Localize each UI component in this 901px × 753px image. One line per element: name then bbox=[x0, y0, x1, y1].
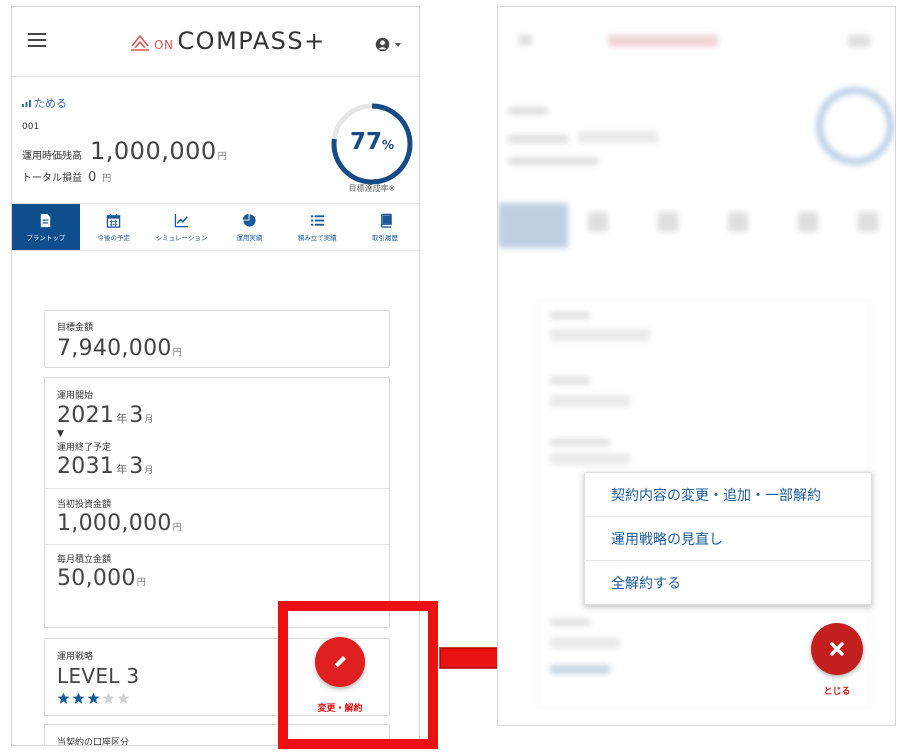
profit-value: 0 bbox=[88, 170, 97, 185]
tab-contributions[interactable]: 積み立て実績 bbox=[283, 204, 351, 250]
start-month-unit: 月 bbox=[144, 415, 154, 425]
menu-item-review-strategy[interactable]: 運用戦略の見直し bbox=[585, 517, 871, 561]
end-label: 運用終了予定 bbox=[57, 443, 112, 453]
compass-logo-icon bbox=[131, 34, 149, 51]
plan-summary: ためる 001 運用時価残高 1,000,000円 トータル損益 0 円 77%… bbox=[12, 77, 419, 201]
end-month-unit: 月 bbox=[144, 466, 154, 476]
goal-name[interactable]: ためる bbox=[22, 95, 67, 111]
app-logo: ON COMPASS+ bbox=[130, 27, 326, 61]
monthly-contribution-label: 毎月積立金額 bbox=[57, 555, 112, 565]
target-amount-unit: 円 bbox=[172, 348, 182, 358]
end-month: 3 bbox=[129, 454, 144, 479]
star-filled-icon bbox=[72, 692, 85, 704]
balance-label: 運用時価残高 bbox=[22, 151, 82, 162]
close-icon bbox=[830, 642, 844, 656]
end-year: 2031 bbox=[57, 454, 115, 479]
tab-transactions[interactable]: 取引履歴 bbox=[351, 204, 419, 250]
bar-icon bbox=[22, 99, 31, 107]
calendar-icon bbox=[106, 213, 121, 228]
contract-action-menu: 契約内容の変更・追加・一部解約 運用戦略の見直し 全解約する bbox=[584, 472, 872, 605]
start-month: 3 bbox=[129, 403, 144, 428]
star-filled-icon bbox=[57, 692, 70, 704]
target-amount-card: 目標金額 7,940,000円 bbox=[44, 310, 390, 368]
user-menu[interactable] bbox=[375, 37, 401, 52]
balance-amount: 1,000,000円 bbox=[90, 137, 227, 165]
period-arrow: ▼ bbox=[57, 429, 64, 439]
app-header: ON COMPASS+ bbox=[12, 7, 419, 77]
start-date: 2021 年3月 bbox=[57, 403, 389, 428]
plan-tabs: プラントップ 今後の予定 シミュレーション 運用実績 積み立て実績 取引履歴 bbox=[12, 203, 419, 251]
book-icon bbox=[380, 213, 392, 228]
star-empty-icon bbox=[102, 692, 115, 704]
chevron-down-icon bbox=[395, 42, 401, 47]
initial-investment-row: 1,000,000円 bbox=[57, 511, 389, 536]
progress-label: 目標達成率※ bbox=[348, 184, 396, 193]
monthly-contribution-row: 50,000円 bbox=[57, 566, 389, 591]
line-chart-icon bbox=[174, 213, 189, 227]
list-icon bbox=[310, 214, 324, 226]
initial-investment-unit: 円 bbox=[172, 523, 182, 533]
tab-simulation[interactable]: シミュレーション bbox=[148, 204, 216, 250]
end-year-unit: 年 bbox=[116, 463, 128, 476]
tab-label: 運用実績 bbox=[236, 233, 263, 242]
start-year: 2021 bbox=[57, 403, 115, 428]
plan-details-card: 運用開始 2021 年3月 ▼ 運用終了予定 2031 年3月 当初投資金額 1,0… bbox=[44, 377, 390, 628]
profit-row: トータル損益 0 円 bbox=[22, 169, 111, 185]
tab-plan-top[interactable]: プラントップ bbox=[12, 204, 80, 250]
logo-on-text: ON bbox=[154, 38, 174, 52]
user-circle-icon bbox=[375, 37, 390, 52]
account-number: 001 bbox=[22, 122, 40, 132]
hamburger-icon[interactable] bbox=[28, 33, 46, 51]
tab-label: プラントップ bbox=[26, 233, 66, 242]
profit-unit: 円 bbox=[102, 174, 112, 184]
monthly-contribution-value: 50,000 bbox=[57, 566, 136, 591]
target-amount-row: 7,940,000円 bbox=[57, 336, 389, 361]
goal-name-text: ためる bbox=[34, 97, 67, 110]
tab-label: 積み立て実績 bbox=[297, 233, 337, 242]
menu-item-cancel-all[interactable]: 全解約する bbox=[585, 561, 871, 605]
initial-investment-value: 1,000,000 bbox=[57, 511, 172, 536]
balance-unit: 円 bbox=[217, 152, 227, 162]
highlight-frame bbox=[278, 601, 438, 749]
document-icon bbox=[41, 213, 51, 227]
end-date: 2031 年3月 bbox=[57, 454, 389, 479]
close-menu-label: とじる bbox=[823, 687, 851, 697]
tab-label: シミュレーション bbox=[155, 233, 208, 242]
start-year-unit: 年 bbox=[116, 412, 128, 425]
star-empty-icon bbox=[117, 692, 130, 704]
target-amount-label: 目標金額 bbox=[57, 323, 94, 333]
menu-item-modify-contract[interactable]: 契約内容の変更・追加・一部解約 bbox=[585, 473, 871, 517]
tab-performance[interactable]: 運用実績 bbox=[215, 204, 283, 250]
start-label: 運用開始 bbox=[57, 391, 94, 401]
star-filled-icon bbox=[87, 692, 100, 704]
tab-label: 取引履歴 bbox=[372, 233, 399, 242]
progress-percent: 77 bbox=[349, 129, 382, 155]
monthly-contribution-unit: 円 bbox=[136, 578, 146, 588]
tab-label: 今後の予定 bbox=[97, 233, 130, 242]
tab-schedule[interactable]: 今後の予定 bbox=[80, 204, 148, 250]
logo-main-text: COMPASS+ bbox=[177, 27, 326, 55]
balance-row: 運用時価残高 1,000,000円 bbox=[22, 137, 227, 165]
close-menu-button[interactable] bbox=[811, 623, 863, 675]
blurred-background bbox=[498, 7, 895, 725]
right-phone-screen bbox=[497, 6, 896, 726]
initial-investment-label: 当初投資金額 bbox=[57, 500, 112, 510]
target-amount-value: 7,940,000 bbox=[57, 336, 172, 361]
pie-chart-icon bbox=[242, 213, 256, 227]
profit-label: トータル損益 bbox=[22, 173, 82, 184]
balance-value: 1,000,000 bbox=[90, 137, 217, 165]
progress-percent-sign: % bbox=[381, 138, 395, 152]
progress-value: 77% bbox=[327, 129, 417, 155]
